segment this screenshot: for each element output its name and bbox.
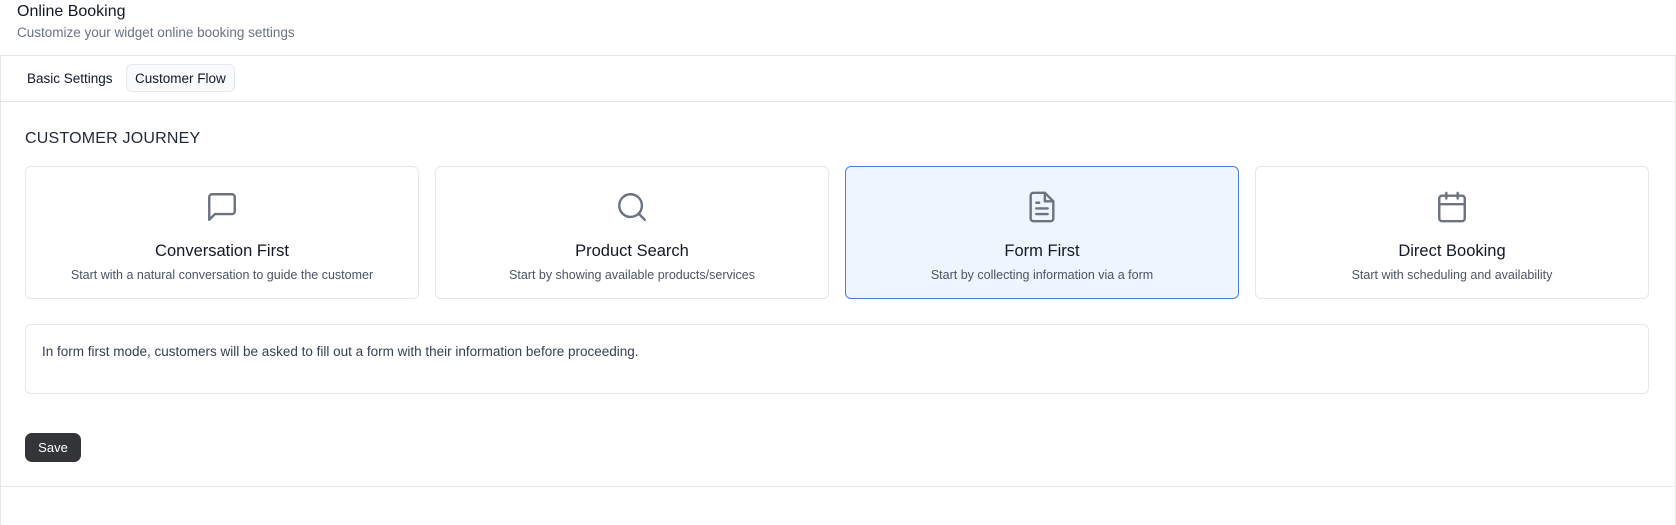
journey-option-description: Start with a natural conversation to gui… — [70, 268, 374, 282]
tab-basic-settings[interactable]: Basic Settings — [18, 64, 122, 92]
page-title: Online Booking — [17, 3, 126, 20]
journey-option-title: Product Search — [575, 242, 689, 260]
mode-info-box: In form first mode, customers will be as… — [25, 324, 1649, 394]
journey-option-title: Direct Booking — [1398, 242, 1506, 260]
journey-option-title: Form First — [1004, 242, 1080, 260]
customer-journey-heading: CUSTOMER JOURNEY — [25, 130, 201, 147]
tab-customer-flow[interactable]: Customer Flow — [126, 64, 235, 92]
journey-option-product-search[interactable]: Product Search Start by showing availabl… — [435, 166, 829, 299]
settings-tabs: Basic Settings Customer Flow — [0, 56, 1676, 102]
page-header: Online Booking Customize your widget onl… — [0, 0, 1676, 56]
journey-option-form-first[interactable]: Form First Start by collecting informati… — [845, 166, 1239, 299]
journey-option-conversation-first[interactable]: Conversation First Start with a natural … — [25, 166, 419, 299]
journey-option-description: Start with scheduling and availability — [1351, 268, 1553, 282]
search-icon — [615, 190, 649, 224]
save-button[interactable]: Save — [25, 433, 81, 462]
mode-info-text: In form first mode, customers will be as… — [42, 344, 639, 359]
page-subtitle: Customize your widget online booking set… — [17, 25, 295, 40]
document-icon — [1025, 190, 1059, 224]
chat-bubble-icon — [205, 190, 239, 224]
footer-divider — [0, 486, 1676, 487]
journey-option-title: Conversation First — [155, 242, 289, 260]
journey-option-description: Start by collecting information via a fo… — [930, 268, 1154, 282]
online-booking-page: Online Booking Customize your widget onl… — [0, 0, 1676, 525]
calendar-icon — [1435, 190, 1469, 224]
journey-option-description: Start by showing available products/serv… — [509, 268, 755, 282]
journey-option-direct-booking[interactable]: Direct Booking Start with scheduling and… — [1255, 166, 1649, 299]
